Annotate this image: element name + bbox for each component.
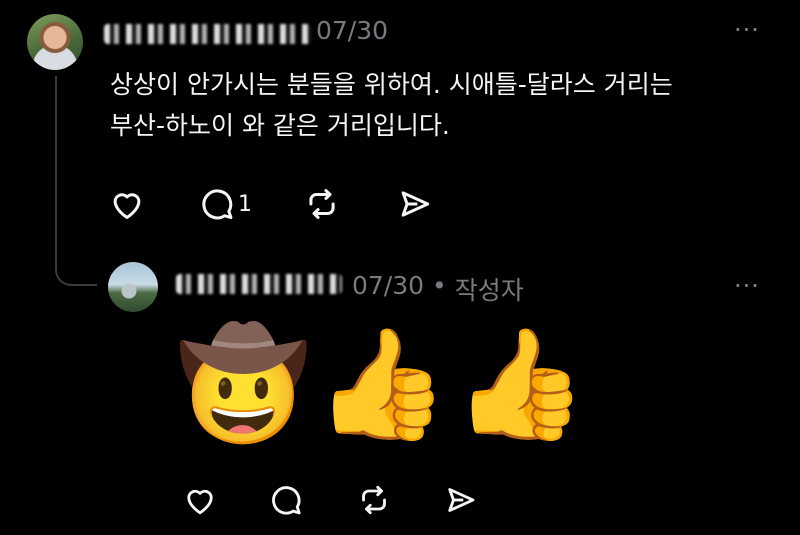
reply-author-avatar[interactable] <box>108 262 158 312</box>
post-body: 상상이 안가시는 분들을 위하여. 시애틀-달라스 거리는 부산-하노이 와 같… <box>110 64 790 146</box>
post-date: 07/30 <box>316 16 389 45</box>
heart-icon <box>113 193 141 219</box>
post-text-line-1: 상상이 안가시는 분들을 위하여. 시애틀-달라스 거리는 <box>110 70 673 99</box>
repost-icon <box>309 189 335 219</box>
cowboy-emoji: 🤠 <box>176 322 311 447</box>
repost-button[interactable] <box>303 185 341 223</box>
meta-separator: • <box>432 271 447 300</box>
like-button[interactable] <box>108 185 146 223</box>
reply-meta: 07/30 • 작성자 <box>352 271 524 307</box>
reply-author-name-redacted[interactable] <box>176 274 342 294</box>
author-name-redacted[interactable] <box>104 24 312 44</box>
post-text-line-2: 부산-하노이 와 같은 거리입니다. <box>110 111 450 140</box>
reply-share-button[interactable] <box>443 482 479 518</box>
share-button[interactable] <box>396 185 434 223</box>
reply-like-button[interactable] <box>182 482 218 518</box>
reply-more-options-icon[interactable]: ··· <box>734 272 760 300</box>
repost-icon <box>362 485 386 515</box>
share-icon <box>401 191 430 217</box>
author-badge: 작성자 <box>454 276 524 305</box>
thread-connector-line <box>55 76 97 286</box>
heart-icon <box>187 489 213 515</box>
comment-icon <box>272 486 301 515</box>
more-options-icon[interactable]: ··· <box>734 16 760 44</box>
comment-icon <box>202 189 233 220</box>
comment-button[interactable]: 1 <box>198 185 252 223</box>
reply-emojis: 🤠 👍 👍 <box>176 322 587 448</box>
thumbs-up-emoji: 👍 <box>314 322 449 447</box>
reply-comment-button[interactable] <box>268 482 304 518</box>
author-avatar[interactable] <box>27 14 83 70</box>
reply-date: 07/30 <box>352 271 425 300</box>
reply-repost-button[interactable] <box>356 482 392 518</box>
reply-count: 1 <box>238 191 252 217</box>
share-icon <box>448 488 475 512</box>
thumbs-up-emoji: 👍 <box>452 322 588 447</box>
